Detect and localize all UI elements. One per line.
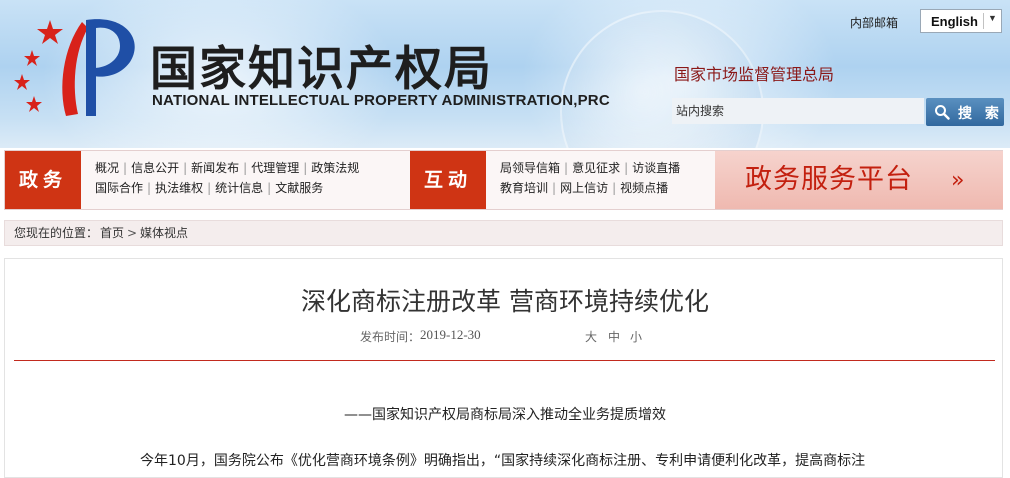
search-button[interactable]: 搜 索 (926, 98, 1004, 126)
nav-link[interactable]: 教育培训 (500, 181, 548, 195)
site-header: 国家知识产权局 NATIONAL INTELLECTUAL PROPERTY A… (0, 0, 1010, 148)
platform-label: 政务服务平台 (745, 164, 913, 195)
gov-affairs-links: 概况 | 信息公开 | 新闻发布 | 代理管理 | 政策法规 国际合作 | 执法维权 | 统计信息 | 文献… (95, 158, 359, 198)
nav-link[interactable]: 意见征求 (572, 161, 620, 175)
interaction-row-1: 局领导信箱 | 意见征求 | 访谈直播 (500, 161, 681, 175)
font-size-large-button[interactable]: 大 (585, 328, 597, 345)
title-divider (14, 360, 995, 361)
breadcrumb-separator: > (127, 226, 138, 240)
breadcrumb-label: 您现在的位置： (14, 226, 99, 240)
site-search-input[interactable] (672, 98, 924, 124)
samr-link[interactable]: 国家市场监督管理总局 (674, 61, 834, 85)
select-separator (983, 13, 984, 29)
nav-link[interactable]: 信息公开 (131, 161, 179, 175)
breadcrumb: 您现在的位置： 首页 > 媒体视点 (4, 220, 1003, 246)
nav-category-gov-affairs[interactable]: 政务 (5, 151, 81, 209)
gov-affairs-row-2: 国际合作 | 执法维权 | 统计信息 | 文献服务 (95, 181, 324, 195)
nav-link[interactable]: 国际合作 (95, 181, 143, 195)
gov-affairs-row-1: 概况 | 信息公开 | 新闻发布 | 代理管理 | 政策法规 (95, 161, 360, 175)
nav-link[interactable]: 代理管理 (251, 161, 299, 175)
nav-link[interactable]: 统计信息 (215, 181, 263, 195)
nav-link[interactable]: 执法维权 (155, 181, 203, 195)
nav-link[interactable]: 政策法规 (311, 161, 359, 175)
gov-service-platform-button[interactable]: 政务服务平台 » (715, 151, 1003, 209)
publish-date-label: 发布时间： (360, 330, 421, 344)
org-name-cn: 国家知识产权局 (150, 42, 493, 97)
nav-link[interactable]: 局领导信箱 (500, 161, 560, 175)
nav-link[interactable]: 网上信访 (560, 181, 608, 195)
internal-mail-link[interactable]: 内部邮箱 (850, 14, 898, 31)
nav-link[interactable]: 新闻发布 (191, 161, 239, 175)
cnipa-emblem-icon (14, 19, 135, 116)
interaction-row-2: 教育培训 | 网上信访 | 视频点播 (500, 181, 669, 195)
publish-date: 2019-12-30 (420, 327, 481, 342)
nav-link[interactable]: 概况 (95, 161, 119, 175)
nav-link[interactable]: 访谈直播 (632, 161, 680, 175)
breadcrumb-current-link[interactable]: 媒体视点 (140, 221, 188, 245)
font-size-medium-button[interactable]: 中 (608, 328, 620, 345)
search-button-label: 搜 索 (958, 106, 1003, 122)
nav-link[interactable]: 视频点播 (620, 181, 668, 195)
breadcrumb-home-link[interactable]: 首页 (100, 221, 124, 245)
language-select[interactable]: English ▼ (920, 9, 1002, 33)
nav-link[interactable]: 文献服务 (275, 181, 323, 195)
article-paragraph: 今年10月，国务院公布《优化营商环境条例》明确指出，“国家持续深化商标注册、专利… (140, 453, 866, 469)
article-title: 深化商标注册改革 营商环境持续优化 (301, 287, 709, 316)
interaction-links: 局领导信箱 | 意见征求 | 访谈直播 教育培训 | 网上信访 | 视频点播 (500, 158, 680, 198)
org-name-en: NATIONAL INTELLECTUAL PROPERTY ADMINISTR… (152, 92, 610, 109)
font-size-small-button[interactable]: 小 (630, 328, 642, 345)
main-navigation: 政务 概况 | 信息公开 | 新闻发布 | 代理管理 | 政策法规 国际合作 | 执法维权 | 统计信息… (4, 150, 1003, 210)
dropdown-arrow-icon: ▼ (988, 13, 997, 23)
double-chevron-right-icon: » (951, 168, 965, 193)
nav-category-interaction[interactable]: 互动 (410, 151, 486, 209)
article-subtitle: ——国家知识产权局商标局深入推动全业务提质增效 (344, 407, 666, 423)
magnifier-icon (935, 105, 950, 120)
language-select-value: English (931, 14, 978, 29)
